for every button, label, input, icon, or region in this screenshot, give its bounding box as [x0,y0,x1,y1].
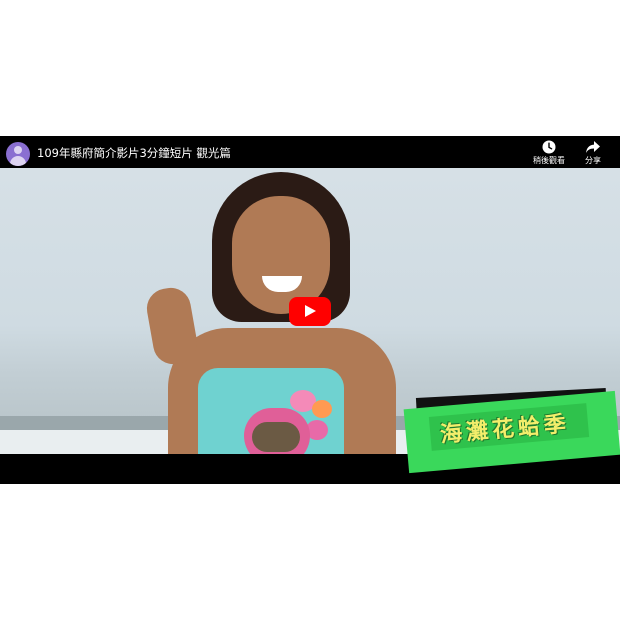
clam-shells [252,422,300,452]
share-button[interactable]: 分享 [568,140,618,168]
video-title[interactable]: 109年縣府簡介影片3分鐘短片 觀光篇 [37,145,231,161]
watch-later-label: 稍後觀看 [533,156,565,165]
watch-later-button[interactable]: 稍後觀看 [524,140,574,168]
share-label: 分享 [585,156,601,165]
play-icon [305,305,316,317]
swimsuit-flower [312,400,332,418]
avatar-icon[interactable] [6,142,30,166]
player-top-bar: 109年縣府簡介影片3分鐘短片 觀光篇 稍後觀看 分享 [0,136,620,168]
peace-sign-hand [143,284,201,368]
play-button[interactable] [289,297,331,326]
share-icon [586,141,600,153]
clock-icon [542,140,556,154]
